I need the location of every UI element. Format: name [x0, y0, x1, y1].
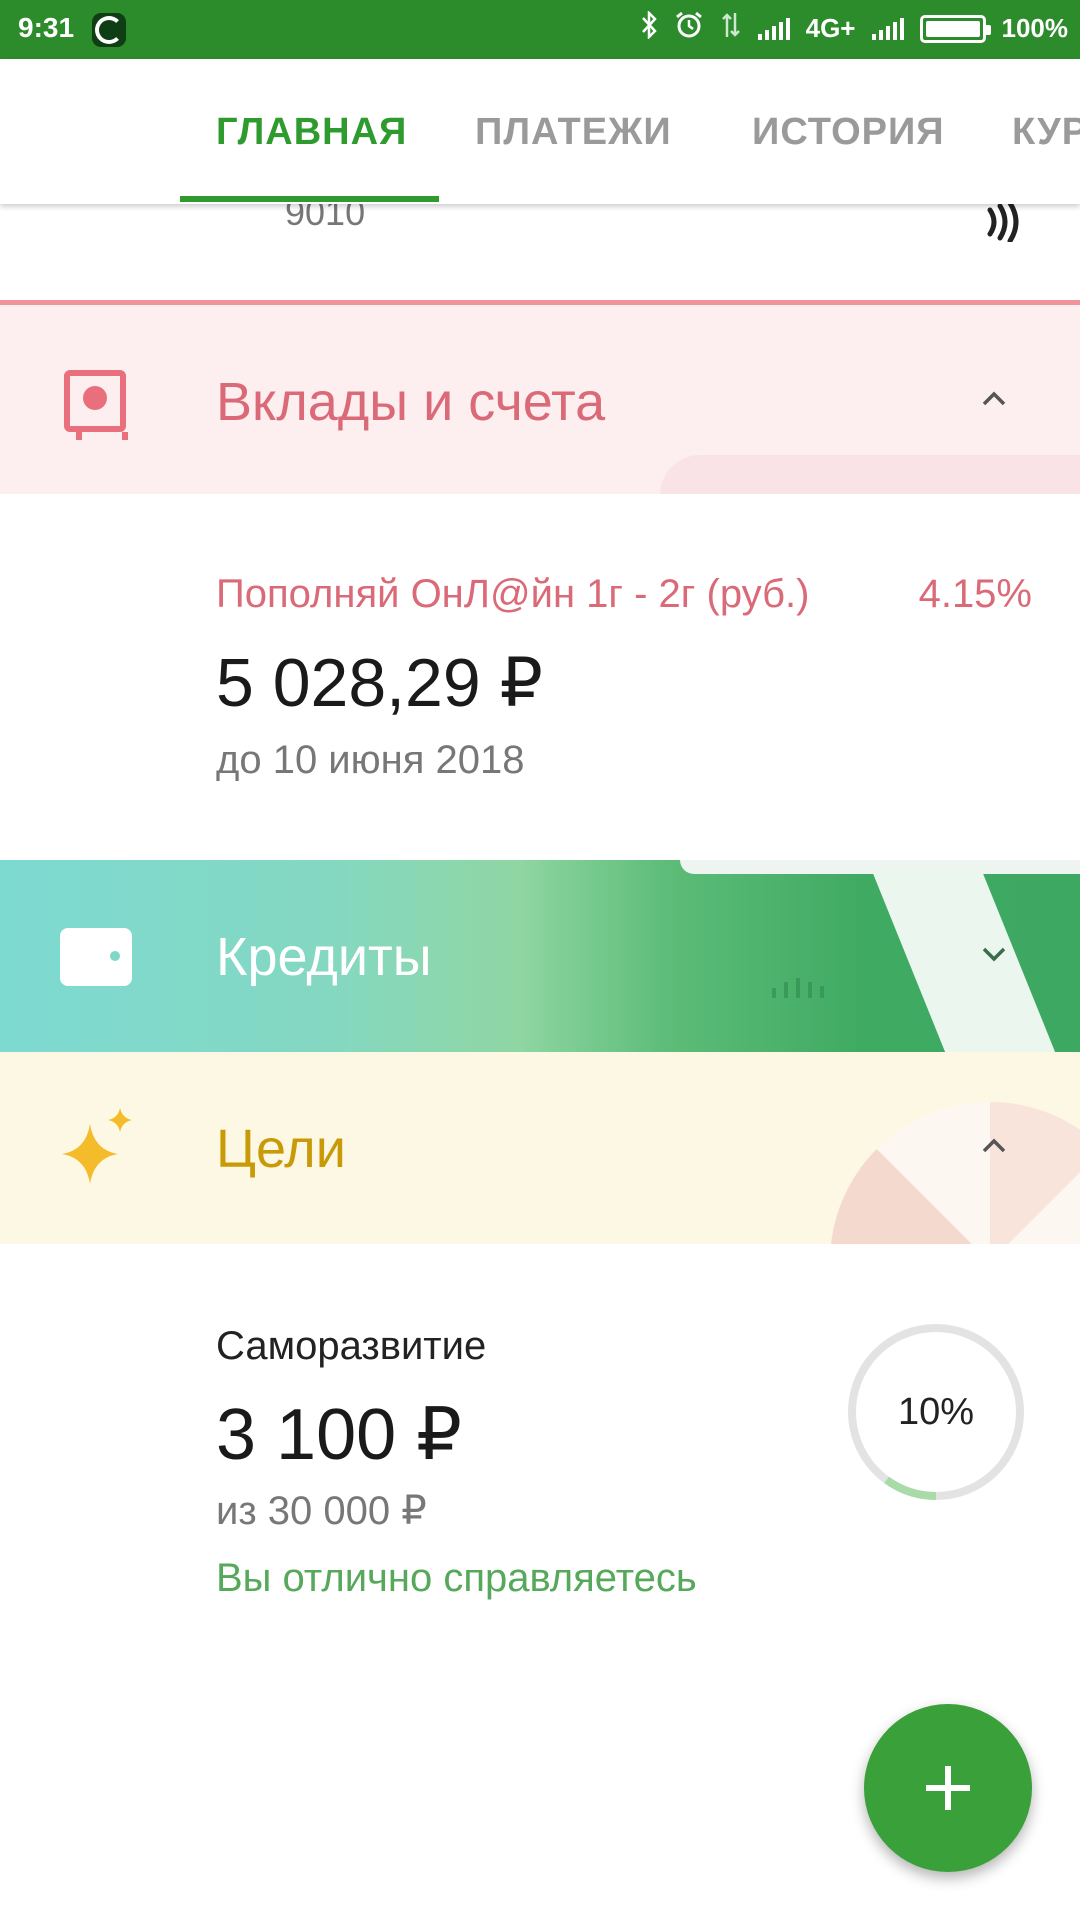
chevron-down-icon[interactable] [980, 940, 1008, 968]
active-tab-indicator [180, 196, 439, 202]
tab-history[interactable]: ИСТОРИЯ [752, 111, 945, 154]
goal-name: Саморазвитие [216, 1324, 487, 1368]
section-title-goals: Цели [216, 1119, 346, 1179]
chevron-up-icon[interactable] [980, 1132, 1008, 1160]
battery-level: 100% [1001, 13, 1069, 43]
goal-status: Вы отлично справляетесь [216, 1556, 697, 1600]
decor-dots [772, 978, 824, 998]
deposit-amount: 5 028,29 ₽ [216, 645, 543, 721]
sberbank-app-icon [92, 13, 126, 47]
goal-progress-label: 10% [897, 1390, 975, 1433]
network-label: 4G+ [805, 13, 856, 43]
signal-icon [757, 17, 790, 40]
goal-amount: 3 100 ₽ [216, 1395, 462, 1475]
tab-rates[interactable]: КУР [1012, 111, 1080, 154]
deposit-item[interactable]: Пополняй ОнЛ@йн 1г - 2г (руб.) 4.15% 5 0… [0, 494, 1080, 860]
section-goals-header[interactable]: Цели [0, 1052, 1080, 1244]
goal-target: из 30 000 ₽ [216, 1489, 427, 1533]
tab-payments[interactable]: ПЛАТЕЖИ [475, 111, 672, 154]
status-bar: 9:31 4G+ 100% [0, 0, 1080, 59]
contactless-icon [984, 200, 1028, 250]
battery-icon [919, 14, 991, 43]
section-credits-header[interactable]: Кредиты [0, 860, 1080, 1052]
safe-icon [64, 370, 128, 440]
tab-main[interactable]: ГЛАВНАЯ [216, 111, 407, 154]
chevron-up-icon[interactable] [980, 385, 1008, 413]
section-title-credits: Кредиты [216, 927, 432, 987]
add-button[interactable] [864, 1704, 1032, 1872]
section-title-deposits: Вклады и счета [216, 372, 606, 432]
data-transfer-icon [720, 11, 742, 46]
decor-stripe [871, 870, 1067, 1052]
card-tail[interactable]: 9010 [0, 192, 1080, 300]
deposit-rate: 4.15% [918, 572, 1032, 616]
deposit-name: Пополняй ОнЛ@йн 1г - 2г (руб.) [216, 572, 810, 616]
bluetooth-icon [640, 9, 658, 46]
signal-icon-2 [871, 17, 904, 40]
wallet-icon [60, 928, 132, 986]
sparkle-icon [54, 1102, 140, 1197]
decor-umbrella [830, 1102, 1080, 1244]
status-icons: 4G+ 100% [640, 9, 1069, 47]
plus-icon [926, 1766, 970, 1810]
deposit-until-date: до 10 июня 2018 [216, 738, 525, 782]
alarm-icon [674, 10, 704, 47]
decor-shape [660, 455, 1080, 494]
status-time: 9:31 [18, 12, 75, 43]
section-deposits-header[interactable]: Вклады и счета [0, 300, 1080, 494]
main-tabs: ГЛАВНАЯ ПЛАТЕЖИ ИСТОРИЯ КУР [0, 59, 1080, 204]
